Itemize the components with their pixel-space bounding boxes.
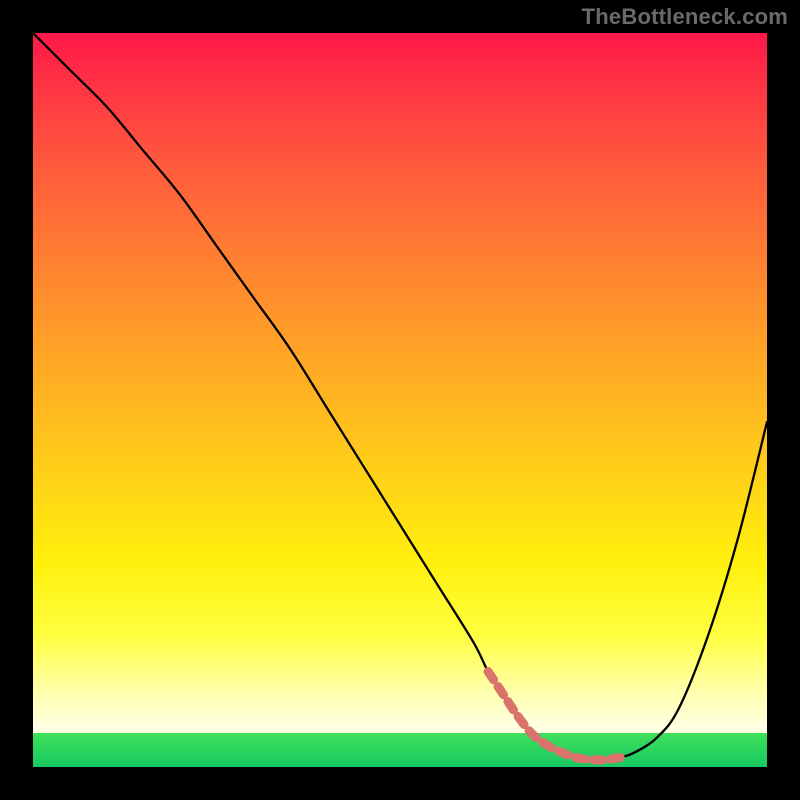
plot-area [33, 33, 767, 767]
chart-frame: TheBottleneck.com [0, 0, 800, 800]
curve-svg [33, 33, 767, 767]
watermark-text: TheBottleneck.com [582, 4, 788, 30]
bottleneck-curve [33, 33, 767, 760]
curve-minimum-highlight [488, 672, 620, 760]
